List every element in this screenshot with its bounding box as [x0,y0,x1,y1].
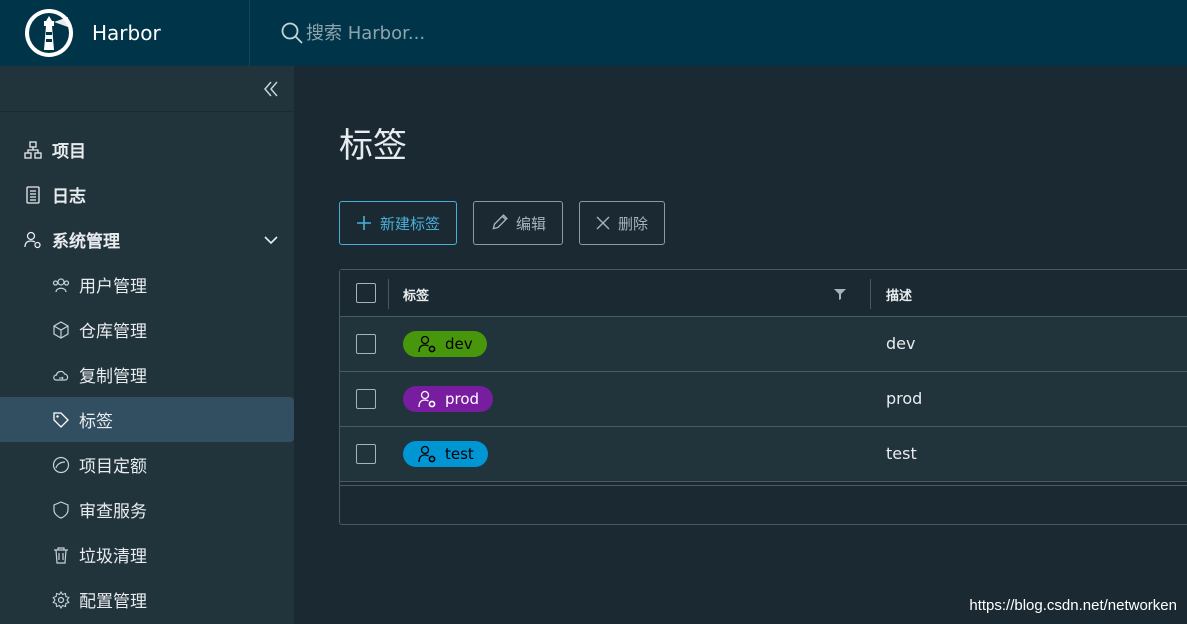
label-chip-text: prod [445,390,480,408]
chevron-down-icon[interactable] [262,231,280,249]
search-input[interactable] [306,22,606,44]
brand-name: Harbor [92,21,161,45]
sidebar-item-system-admin[interactable]: 系统管理 [0,217,294,262]
sidebar-item-label: 垃圾清理 [79,547,147,567]
column-header-description[interactable]: 描述 [886,285,912,304]
row-checkbox[interactable] [356,334,376,354]
double-chevron-left-icon[interactable] [262,78,280,100]
edit-button[interactable]: 编辑 [473,201,564,245]
edit-button-text: 编辑 [516,214,547,233]
sidebar-item-label: 审查服务 [79,502,147,522]
sidebar-item-replications[interactable]: 复制管理 [0,352,294,397]
labels-datagrid: 标签 描述 dev dev prod prod test test [339,269,1187,525]
sidebar-item-user-management[interactable]: 用户管理 [0,262,294,307]
shield-icon [52,500,70,519]
log-icon [24,185,42,204]
select-all-checkbox[interactable] [356,283,376,303]
column-separator [388,279,389,309]
sidebar-item-garbage-collection[interactable]: 垃圾清理 [0,532,294,577]
sidebar-nav: 项目 日志 系统管理 用户管理 仓库管理 复制管理 标签 项目定额 审查服务 垃… [0,112,294,622]
column-separator [870,279,871,309]
watermark: https://blog.csdn.net/networken [969,597,1177,614]
sidebar: 项目 日志 系统管理 用户管理 仓库管理 复制管理 标签 项目定额 审查服务 垃… [0,66,294,624]
global-search[interactable] [280,0,606,66]
grid-header: 标签 描述 [340,270,1187,317]
table-row[interactable]: prod prod [340,372,1187,427]
grid-footer [340,485,1187,531]
toolbar: 新建标签 编辑 删除 [339,201,681,245]
close-icon [596,216,610,230]
org-chart-icon [24,140,42,159]
search-icon [281,22,303,44]
table-row[interactable]: dev dev [340,317,1187,372]
sidebar-item-projects[interactable]: 项目 [0,127,294,172]
brand[interactable]: Harbor [0,0,250,66]
user-gear-icon [418,335,436,353]
label-chip-test: test [403,441,488,467]
box-icon [52,320,70,339]
sidebar-item-label: 配置管理 [79,592,147,612]
sidebar-item-configuration[interactable]: 配置管理 [0,577,294,622]
gear-icon [52,590,70,609]
row-checkbox[interactable] [356,444,376,464]
sidebar-item-label: 用户管理 [79,277,147,297]
label-chip-prod: prod [403,386,494,412]
sidebar-item-label: 项目 [52,142,86,162]
trash-icon [52,546,70,564]
sidebar-item-project-quotas[interactable]: 项目定额 [0,442,294,487]
label-description: dev [886,334,916,353]
sidebar-item-label: 仓库管理 [79,322,147,342]
sidebar-item-interrogation-services[interactable]: 审查服务 [0,487,294,532]
sidebar-item-logs[interactable]: 日志 [0,172,294,217]
sidebar-item-label: 系统管理 [52,232,120,252]
sidebar-item-label: 日志 [52,187,86,207]
pencil-icon [492,214,508,230]
filter-icon[interactable] [834,288,846,300]
plus-icon [357,216,371,230]
column-header-label[interactable]: 标签 [403,285,429,304]
user-gear-icon [418,445,436,463]
harbor-logo-icon [25,9,73,57]
label-chip-text: dev [445,335,473,353]
label-description: prod [886,389,923,408]
main-content: 标签 新建标签 编辑 删除 标签 描述 dev dev prod prod te… [294,66,1187,624]
label-description: test [886,444,917,463]
delete-button[interactable]: 删除 [579,201,666,245]
sidebar-item-label: 复制管理 [79,367,147,387]
new-label-button[interactable]: 新建标签 [339,201,458,245]
users-icon [52,276,70,294]
sidebar-item-registries[interactable]: 仓库管理 [0,307,294,352]
label-chip-dev: dev [403,331,487,357]
gauge-icon [52,456,70,474]
page-title: 标签 [339,126,407,166]
row-checkbox[interactable] [356,389,376,409]
user-admin-icon [24,231,42,249]
sidebar-item-label: 项目定额 [79,457,147,477]
new-label-button-text: 新建标签 [380,214,441,233]
delete-button-text: 删除 [618,214,649,233]
table-row[interactable]: test test [340,427,1187,482]
label-chip-text: test [445,445,474,463]
cloud-sync-icon [52,366,70,384]
sidebar-item-label: 标签 [79,412,113,432]
tag-icon [52,411,70,429]
top-header: Harbor [0,0,1187,66]
sidebar-item-labels[interactable]: 标签 [0,397,294,442]
user-gear-icon [418,390,436,408]
sidebar-collapse-row [0,66,294,112]
